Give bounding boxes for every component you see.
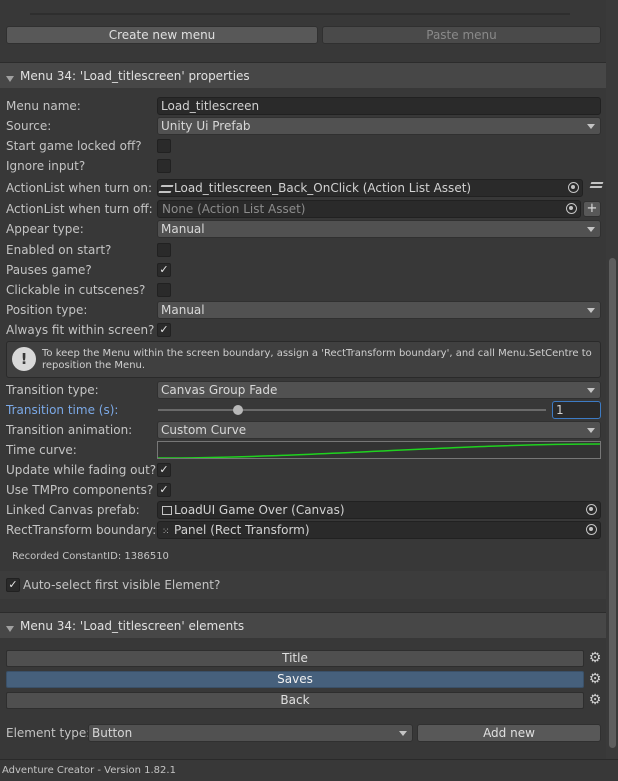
time-curve-field[interactable]	[157, 441, 601, 459]
actionlist-on-label: ActionList when turn on:	[6, 181, 153, 195]
element-type-label: Element type:	[6, 726, 91, 740]
transition-time-input[interactable]: 1	[552, 401, 601, 419]
properties-header-title: Menu 34: 'Load_titlescreen' properties	[20, 69, 250, 83]
actionlist-asset-icon	[158, 185, 174, 193]
object-picker-icon[interactable]	[586, 504, 597, 515]
actionlist-off-field[interactable]: None (Action List Asset)	[157, 200, 581, 218]
info-icon: !	[12, 347, 36, 371]
clickable-cutscenes-checkbox[interactable]	[157, 283, 171, 297]
actionlist-on-open-icon[interactable]	[588, 180, 604, 192]
create-new-menu-button[interactable]: Create new menu	[6, 26, 318, 44]
ignore-input-label: Ignore input?	[6, 159, 86, 173]
update-fading-checkbox[interactable]: ✓	[157, 463, 171, 477]
appear-type-dropdown[interactable]: Manual	[157, 220, 601, 238]
linked-canvas-label: Linked Canvas prefab:	[6, 503, 140, 517]
tmpro-checkbox[interactable]: ✓	[157, 483, 171, 497]
tmpro-label: Use TMPro components?	[6, 483, 154, 497]
scrollbar-thumb[interactable]	[609, 258, 616, 748]
transition-animation-label: Transition animation:	[6, 423, 133, 437]
linked-canvas-value: LoadUI Game Over (Canvas)	[174, 503, 345, 517]
source-dropdown[interactable]: Unity Ui Prefab	[157, 117, 601, 135]
source-value: Unity Ui Prefab	[161, 119, 251, 133]
menu-name-input[interactable]: Load_titlescreen	[157, 97, 601, 115]
position-type-value: Manual	[161, 303, 205, 317]
element-type-dropdown[interactable]: Button	[88, 724, 413, 742]
foldout-arrow-icon	[6, 626, 14, 632]
position-type-dropdown[interactable]: Manual	[157, 301, 601, 319]
transition-animation-value: Custom Curve	[161, 423, 247, 437]
element-type-value: Button	[92, 726, 133, 740]
always-fit-checkbox[interactable]: ✓	[157, 323, 171, 337]
actionlist-off-value: None (Action List Asset)	[162, 202, 306, 216]
linked-canvas-field[interactable]: LoadUI Game Over (Canvas)	[157, 501, 601, 519]
elements-header[interactable]: Menu 34: 'Load_titlescreen' elements	[0, 612, 606, 638]
paste-menu-button[interactable]: Paste menu	[322, 26, 601, 44]
always-fit-label: Always fit within screen?	[6, 323, 155, 337]
rect-boundary-value: Panel (Rect Transform)	[174, 523, 310, 537]
rect-boundary-label: RectTransform boundary:	[6, 523, 157, 537]
time-curve-label: Time curve:	[6, 443, 77, 457]
element-item-title[interactable]: Title	[6, 650, 584, 667]
pauses-game-checkbox[interactable]: ✓	[157, 263, 171, 277]
actionlist-off-label: ActionList when turn off:	[6, 202, 153, 216]
auto-select-label: Auto-select first visible Element?	[23, 578, 221, 592]
rect-boundary-field[interactable]: ⁙ Panel (Rect Transform)	[157, 521, 601, 539]
top-divider	[30, 13, 570, 15]
transition-type-dropdown[interactable]: Canvas Group Fade	[157, 381, 601, 399]
element-item-back[interactable]: Back	[6, 692, 584, 709]
actionlist-on-field[interactable]: Load_titlescreen_Back_OnClick (Action Li…	[157, 179, 583, 197]
version-text: Adventure Creator - Version 1.82.1	[2, 765, 176, 776]
chevron-down-icon	[399, 731, 407, 736]
transition-animation-dropdown[interactable]: Custom Curve	[157, 421, 601, 439]
menu-name-label: Menu name:	[6, 99, 81, 113]
constant-id-text: Recorded ConstantID: 1386510	[12, 551, 169, 562]
foldout-arrow-icon	[6, 76, 14, 82]
rect-transform-icon: ⁙	[162, 527, 170, 537]
object-picker-icon[interactable]	[586, 524, 597, 535]
chevron-down-icon	[587, 428, 595, 433]
footer-divider	[0, 759, 618, 760]
chevron-down-icon	[587, 388, 595, 393]
element-item-saves[interactable]: Saves	[6, 671, 584, 688]
elements-header-title: Menu 34: 'Load_titlescreen' elements	[20, 619, 245, 633]
transition-type-label: Transition type:	[6, 383, 99, 397]
object-picker-icon[interactable]	[568, 182, 579, 193]
add-actionlist-button[interactable]: +	[583, 201, 601, 217]
appear-type-value: Manual	[161, 222, 205, 236]
ignore-input-checkbox[interactable]	[157, 159, 171, 173]
object-picker-icon[interactable]	[566, 203, 577, 214]
source-label: Source:	[6, 119, 52, 133]
transition-time-slider-track[interactable]	[158, 409, 546, 411]
position-type-label: Position type:	[6, 303, 88, 317]
start-locked-label: Start game locked off?	[6, 139, 142, 153]
appear-type-label: Appear type:	[6, 222, 84, 236]
info-text: To keep the Menu within the screen bound…	[42, 348, 592, 371]
add-new-element-button[interactable]: Add new	[417, 724, 601, 742]
transition-type-value: Canvas Group Fade	[161, 383, 278, 397]
actionlist-on-value: Load_titlescreen_Back_OnClick (Action Li…	[174, 181, 472, 195]
update-fading-label: Update while fading out?	[6, 463, 157, 477]
gear-icon[interactable]: ⚙	[588, 672, 602, 686]
canvas-prefab-icon	[162, 506, 172, 515]
pauses-game-label: Pauses game?	[6, 263, 92, 277]
properties-header[interactable]: Menu 34: 'Load_titlescreen' properties	[0, 62, 606, 88]
transition-time-label: Transition time (s):	[6, 403, 119, 417]
chevron-down-icon	[587, 124, 595, 129]
enabled-on-start-label: Enabled on start?	[6, 243, 112, 257]
gear-icon[interactable]: ⚙	[588, 651, 602, 665]
clickable-cutscenes-label: Clickable in cutscenes?	[6, 283, 146, 297]
info-box: ! To keep the Menu within the screen bou…	[6, 341, 601, 378]
start-locked-checkbox[interactable]	[157, 139, 171, 153]
gear-icon[interactable]: ⚙	[588, 693, 602, 707]
auto-select-checkbox[interactable]: ✓	[6, 578, 20, 592]
enabled-on-start-checkbox[interactable]	[157, 243, 171, 257]
chevron-down-icon	[587, 308, 595, 313]
time-curve-graph	[158, 443, 600, 458]
chevron-down-icon	[587, 227, 595, 232]
transition-time-slider-thumb[interactable]	[233, 405, 243, 415]
